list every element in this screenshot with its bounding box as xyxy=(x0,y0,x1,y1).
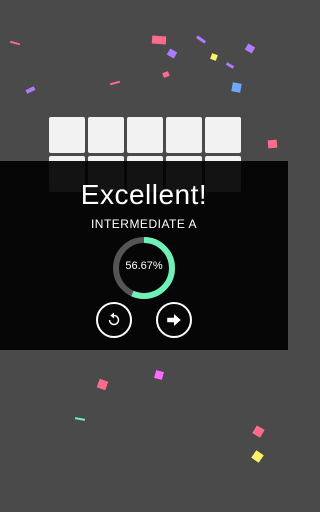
confetti-piece xyxy=(154,370,164,380)
confetti-piece xyxy=(151,35,167,45)
board-tile xyxy=(88,117,124,153)
result-title: Excellent! xyxy=(80,179,208,210)
restart-icon xyxy=(108,312,120,326)
board-tile xyxy=(49,117,85,153)
confetti-piece xyxy=(252,425,265,438)
board-tile xyxy=(166,117,202,153)
confetti-piece xyxy=(9,40,21,46)
confetti-piece xyxy=(251,450,264,463)
restart-button[interactable] xyxy=(96,302,132,338)
progress-label: 56.67% xyxy=(125,260,163,272)
confetti-piece xyxy=(162,71,170,78)
confetti-piece xyxy=(109,80,121,86)
confetti-piece xyxy=(267,139,278,149)
confetti-piece xyxy=(210,53,218,61)
confetti-piece xyxy=(196,35,206,44)
level-name: INTERMEDIATE A xyxy=(90,217,198,231)
progress-ring: 56.67% xyxy=(112,236,176,300)
confetti-piece xyxy=(244,43,256,54)
confetti-piece xyxy=(96,378,109,391)
board-tile xyxy=(205,117,241,153)
arrow-right-icon xyxy=(167,314,181,326)
board-tile xyxy=(127,117,163,153)
confetti-piece xyxy=(225,62,235,69)
next-button[interactable] xyxy=(156,302,192,338)
confetti-piece xyxy=(25,86,36,94)
confetti-piece xyxy=(231,82,242,93)
confetti-piece xyxy=(74,417,86,421)
confetti-piece xyxy=(166,48,178,59)
